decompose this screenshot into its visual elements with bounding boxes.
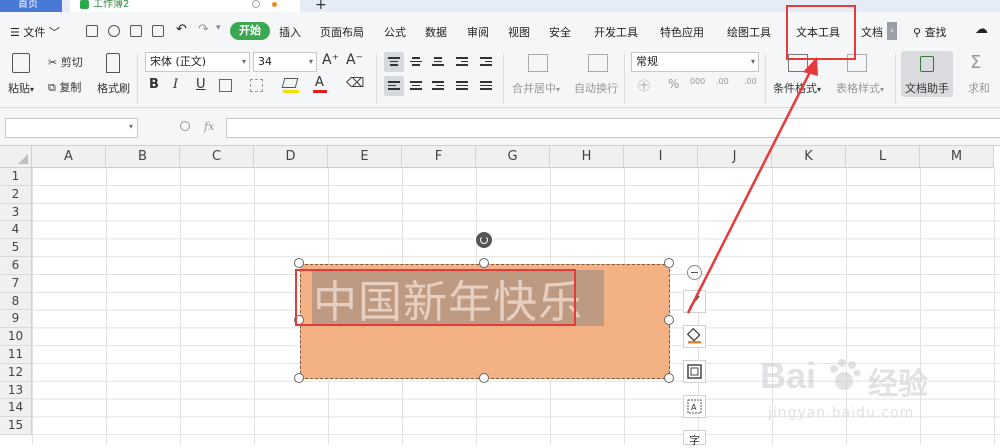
baidu-watermark: Bai 经验 jingyan.baidu.com bbox=[760, 355, 990, 435]
paw-icon bbox=[826, 357, 862, 393]
watermark-brand: Bai bbox=[760, 355, 817, 396]
watermark-url: jingyan.baidu.com bbox=[768, 405, 915, 421]
watermark-brand2: 经验 bbox=[868, 367, 928, 402]
